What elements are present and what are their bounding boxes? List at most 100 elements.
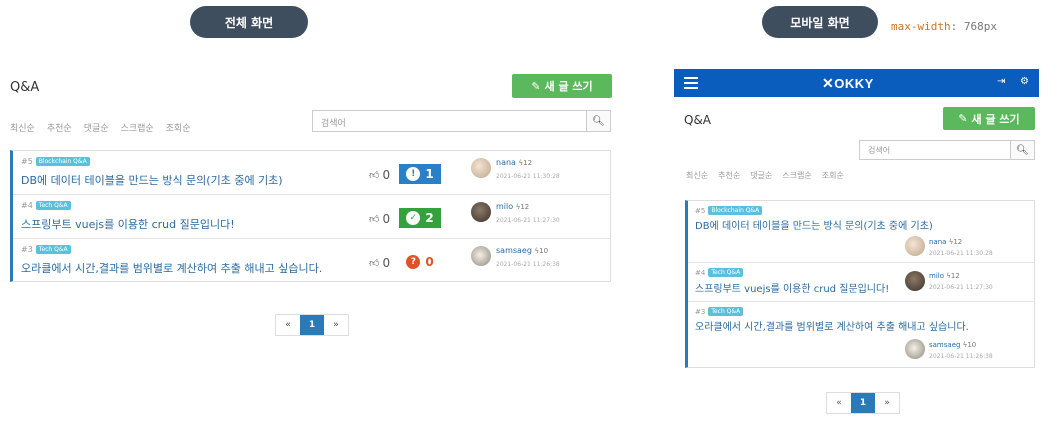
logo[interactable]: ✕OKKY <box>822 75 874 92</box>
post-title[interactable]: 스프링부트 vuejs를 이용한 crud 질문입니다! <box>21 216 235 232</box>
avatar[interactable] <box>471 158 491 178</box>
post-date: 2021-06-21 11:27:30 <box>929 284 993 291</box>
avatar[interactable] <box>905 271 925 291</box>
post-meta: #5 Blockchain Q&A <box>21 157 90 166</box>
search-icon: 🔍︎ <box>1016 144 1029 156</box>
sort-scraps[interactable]: 스크랩순 <box>121 121 154 134</box>
mobile-write-post-button[interactable]: ✎ 새 글 쓰기 <box>943 107 1035 130</box>
sort-comments[interactable]: 댓글순 <box>750 170 772 181</box>
sort-recommended[interactable]: 추천순 <box>47 121 72 134</box>
avatar[interactable] <box>905 236 925 256</box>
author-score: 12 <box>523 159 533 167</box>
mobile-search-button[interactable]: 🔍︎ <box>1010 141 1034 159</box>
author-name[interactable]: samsaeg <box>496 246 532 255</box>
post-meta: #5 Blockchain Q&A <box>695 206 763 215</box>
post-number: #5 <box>695 206 706 215</box>
post-row[interactable]: #5 Blockchain Q&A DB에 데이터 테이블을 만드는 방식 문의… <box>13 151 610 195</box>
post-number: #3 <box>695 307 706 316</box>
post-date: 2021-06-21 11:26:38 <box>496 261 560 268</box>
list-item[interactable]: #4 Tech Q&A 스프링부트 vuejs를 이용한 crud 질문입니다!… <box>688 263 1034 302</box>
post-likes: 👍︎ 0 <box>369 168 390 182</box>
author: milo ϟ12 <box>496 202 529 211</box>
post-tag[interactable]: Tech Q&A <box>35 201 71 210</box>
post-title[interactable]: 오라클에서 시간,결과를 범위별로 계산하여 추출 해내고 싶습니다. <box>695 318 969 333</box>
post-likes: 👍︎ 0 <box>369 256 390 270</box>
post-row[interactable]: #4 Tech Q&A 스프링부트 vuejs를 이용한 crud 질문입니다!… <box>13 195 610 239</box>
post-likes: 👍︎ 0 <box>369 212 390 226</box>
pencil-icon: ✎ <box>958 112 968 125</box>
search-button[interactable]: 🔍︎ <box>586 111 610 131</box>
search-box: 검색어 🔍︎ <box>312 110 611 132</box>
author-name[interactable]: milo <box>496 202 513 211</box>
mobile-navbar: ✕OKKY ⇥ ⚙ <box>674 69 1039 97</box>
post-number: #4 <box>21 201 33 210</box>
list-item[interactable]: #3 Tech Q&A 오라클에서 시간,결과를 범위별로 계산하여 추출 해내… <box>688 302 1034 366</box>
page-title: Q&A <box>10 80 40 95</box>
sort-recommended[interactable]: 추천순 <box>718 170 740 181</box>
post-title[interactable]: DB에 데이터 테이블을 만드는 방식 문의(기초 중에 기초) <box>695 217 933 232</box>
post-title[interactable]: 스프링부트 vuejs를 이용한 crud 질문입니다! <box>695 280 889 295</box>
media-query-value: : 768px <box>950 20 997 33</box>
post-meta: #4 Tech Q&A <box>695 268 744 277</box>
thumbs-up-icon: 👍︎ <box>369 170 380 181</box>
thumbs-up-icon: 👍︎ <box>369 258 380 269</box>
author-name[interactable]: milo <box>929 272 944 280</box>
author-name[interactable]: nana <box>929 238 946 246</box>
sort-scraps[interactable]: 스크랩순 <box>782 170 811 181</box>
post-title[interactable]: DB에 데이터 테이블을 만드는 방식 문의(기초 중에 기초) <box>21 172 283 188</box>
post-tag[interactable]: Tech Q&A <box>708 307 744 316</box>
exclamation-icon: ! <box>406 167 421 181</box>
gear-icon[interactable]: ⚙ <box>1020 76 1029 87</box>
prev-page-button[interactable]: « <box>827 393 851 413</box>
search-input[interactable]: 검색어 <box>313 111 586 131</box>
write-post-label: 새 글 쓰기 <box>544 80 593 93</box>
post-tag[interactable]: Tech Q&A <box>35 245 71 254</box>
check-icon: ✓ <box>406 211 421 225</box>
avatar[interactable] <box>471 202 491 222</box>
post-number: #5 <box>21 157 33 166</box>
write-post-button[interactable]: ✎ 새 글 쓰기 <box>512 74 612 98</box>
current-page-button[interactable]: 1 <box>300 315 324 335</box>
answer-count: 2 <box>425 211 434 225</box>
answer-count-badge: ! 1 <box>399 164 441 184</box>
mobile-sort-options: 최신순 추천순 댓글순 스크랩순 조회순 <box>686 170 844 181</box>
next-page-button[interactable]: » <box>324 315 348 335</box>
question-icon: ? <box>406 255 421 269</box>
sort-latest[interactable]: 최신순 <box>10 121 35 134</box>
avatar[interactable] <box>471 246 491 266</box>
post-row[interactable]: #3 Tech Q&A 오라클에서 시간,결과를 범위별로 계산하여 추출 해내… <box>13 239 610 283</box>
sort-views[interactable]: 조회순 <box>822 170 844 181</box>
avatar[interactable] <box>905 339 925 359</box>
sort-latest[interactable]: 최신순 <box>686 170 708 181</box>
prev-page-button[interactable]: « <box>276 315 300 335</box>
hamburger-icon[interactable] <box>684 77 698 89</box>
sign-out-icon[interactable]: ⇥ <box>997 76 1005 87</box>
next-page-button[interactable]: » <box>875 393 899 413</box>
post-tag[interactable]: Blockchain Q&A <box>35 157 90 166</box>
logo-mark: ✕ <box>822 75 835 91</box>
sort-comments[interactable]: 댓글순 <box>84 121 109 134</box>
author-name[interactable]: samsaeg <box>929 341 960 349</box>
post-date: 2021-06-21 11:30:28 <box>929 250 993 257</box>
author-name[interactable]: nana <box>496 158 516 167</box>
write-post-label: 새 글 쓰기 <box>971 112 1020 126</box>
list-item[interactable]: #5 Blockchain Q&A DB에 데이터 테이블을 만드는 방식 문의… <box>688 201 1034 263</box>
media-query-note: max-width: 768px <box>891 20 997 33</box>
sort-views[interactable]: 조회순 <box>166 121 191 134</box>
post-date: 2021-06-21 11:27:30 <box>496 217 560 224</box>
media-query-key: max-width <box>891 20 951 33</box>
post-meta: #4 Tech Q&A <box>21 201 71 210</box>
answer-count-badge: ✓ 2 <box>399 208 441 228</box>
post-list: #5 Blockchain Q&A DB에 데이터 테이블을 만드는 방식 문의… <box>10 150 611 282</box>
author-score: 12 <box>950 272 960 280</box>
post-tag[interactable]: Tech Q&A <box>708 268 744 277</box>
logo-text: OKKY <box>834 76 874 91</box>
post-tag[interactable]: Blockchain Q&A <box>708 206 763 215</box>
mobile-search-input[interactable]: 검색어 <box>860 141 1010 159</box>
post-title[interactable]: 오라클에서 시간,결과를 범위별로 계산하여 추출 해내고 싶습니다. <box>21 260 322 276</box>
current-page-button[interactable]: 1 <box>851 393 875 413</box>
mobile-page-title: Q&A <box>684 113 712 127</box>
answer-count-badge: ? 0 <box>399 252 441 272</box>
sort-options: 최신순 추천순 댓글순 스크랩순 조회순 <box>10 121 191 134</box>
thumbs-up-icon: 👍︎ <box>369 214 380 225</box>
